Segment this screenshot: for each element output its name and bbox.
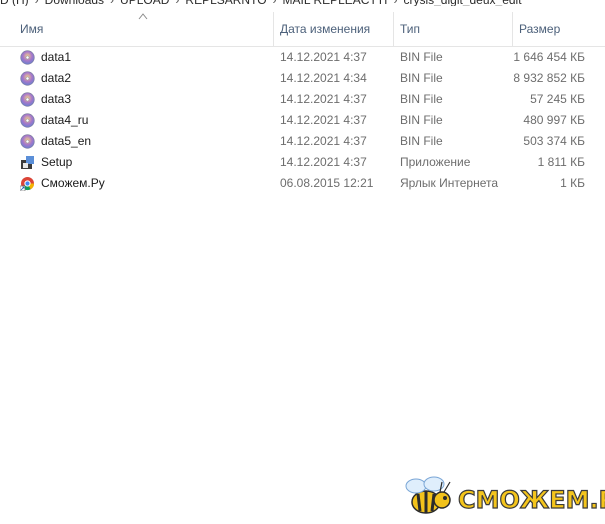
- file-name: data1: [41, 50, 72, 64]
- file-date: 06.08.2015 12:21: [280, 176, 374, 190]
- breadcrumb-separator: ›: [393, 0, 397, 6]
- file-date: 14.12.2021 4:37: [280, 134, 367, 148]
- file-name: Сможем.Ру: [41, 176, 105, 190]
- column-header-size[interactable]: Размер: [513, 12, 605, 46]
- disc-icon: [20, 50, 35, 65]
- file-type: BIN File: [400, 92, 443, 106]
- breadcrumb-separator: ›: [175, 0, 179, 6]
- file-row[interactable]: Сможем.Ру 06.08.2015 12:21 Ярлык Интернета…: [0, 173, 605, 194]
- disc-icon: [20, 134, 35, 149]
- file-name: data3: [41, 92, 72, 106]
- file-size: 1 646 454 КБ: [513, 50, 585, 64]
- file-row[interactable]: data4_ru 14.12.2021 4:37 BIN File 480 997 К…: [0, 110, 605, 131]
- file-date: 14.12.2021 4:34: [280, 71, 367, 85]
- file-type: BIN File: [400, 113, 443, 127]
- breadcrumb-separator: ›: [110, 0, 114, 6]
- file-row[interactable]: data2 14.12.2021 4:34 BIN File 8 932 852 КБ: [0, 68, 605, 89]
- file-type: BIN File: [400, 71, 443, 85]
- file-name: data5_en: [41, 134, 92, 148]
- file-date: 14.12.2021 4:37: [280, 113, 367, 127]
- file-size: 1 811 КБ: [537, 155, 585, 169]
- breadcrumb-item[interactable]: UPLOAD: [120, 0, 169, 6]
- file-size: 1 КБ: [560, 176, 585, 190]
- disc-icon: [20, 113, 35, 128]
- breadcrumb-separator: ›: [273, 0, 277, 6]
- file-size: 8 932 852 КБ: [513, 71, 585, 85]
- file-row[interactable]: data1 14.12.2021 4:37 BIN File 1 646 454 КБ: [0, 47, 605, 68]
- file-size: 57 245 КБ: [530, 92, 585, 106]
- file-row[interactable]: Setup 14.12.2021 4:37 Приложение 1 811 КБ: [0, 152, 605, 173]
- file-name: Setup: [41, 155, 73, 169]
- file-name-cell[interactable]: data3: [20, 89, 270, 110]
- file-date: 14.12.2021 4:37: [280, 92, 367, 106]
- column-header-date[interactable]: Дата изменения: [274, 12, 394, 46]
- disc-icon: [20, 71, 35, 86]
- breadcrumb-item[interactable]: REPLSARNTO: [185, 0, 266, 6]
- file-name-cell[interactable]: data5_en: [20, 131, 270, 152]
- watermark-text: СМОЖЕМ.РУ: [458, 486, 605, 514]
- file-size: 503 374 КБ: [523, 134, 585, 148]
- setup-icon: [20, 155, 35, 170]
- column-header-type[interactable]: Тип: [394, 12, 513, 46]
- disc-icon: [20, 92, 35, 107]
- column-header-bar: Имя Дата изменения Тип Размер: [0, 12, 605, 47]
- file-type: BIN File: [400, 50, 443, 64]
- file-name-cell[interactable]: data4_ru: [20, 110, 270, 131]
- file-name-cell[interactable]: Сможем.Ру: [20, 173, 270, 194]
- file-name-cell[interactable]: data1: [20, 47, 270, 68]
- file-type: BIN File: [400, 134, 443, 148]
- file-date: 14.12.2021 4:37: [280, 50, 367, 64]
- breadcrumb-item[interactable]: D (H): [0, 0, 29, 6]
- file-row[interactable]: data5_en 14.12.2021 4:37 BIN File 503 374 К…: [0, 131, 605, 152]
- breadcrumb[interactable]: D (H) › Downloads › UPLOAD › REPLSARNTO › MAIL R…: [0, 0, 605, 6]
- file-type: Ярлык Интернета: [400, 176, 499, 190]
- file-date: 14.12.2021 4:37: [280, 155, 367, 169]
- file-name-cell[interactable]: Setup: [20, 152, 270, 173]
- file-row[interactable]: data3 14.12.2021 4:37 BIN File 57 245 КБ: [0, 89, 605, 110]
- smozhem-watermark-logo: СМОЖЕМ.РУ: [405, 476, 605, 515]
- file-name-cell[interactable]: data2: [20, 68, 270, 89]
- breadcrumb-item[interactable]: Downloads: [45, 0, 104, 6]
- file-size: 480 997 КБ: [523, 113, 585, 127]
- breadcrumb-item[interactable]: crysis_digit_deux_edit: [403, 0, 521, 6]
- breadcrumb-separator: ›: [35, 0, 39, 6]
- column-header-name[interactable]: Имя: [14, 12, 274, 46]
- file-name: data2: [41, 71, 72, 85]
- file-name: data4_ru: [41, 113, 89, 127]
- file-type: Приложение: [400, 155, 471, 169]
- breadcrumb-item[interactable]: MAIL REPLEACTTI: [283, 0, 388, 6]
- file-list: data1 14.12.2021 4:37 BIN File 1 646 454 КБ…: [0, 47, 605, 194]
- chrome-shortcut-icon: [20, 176, 35, 192]
